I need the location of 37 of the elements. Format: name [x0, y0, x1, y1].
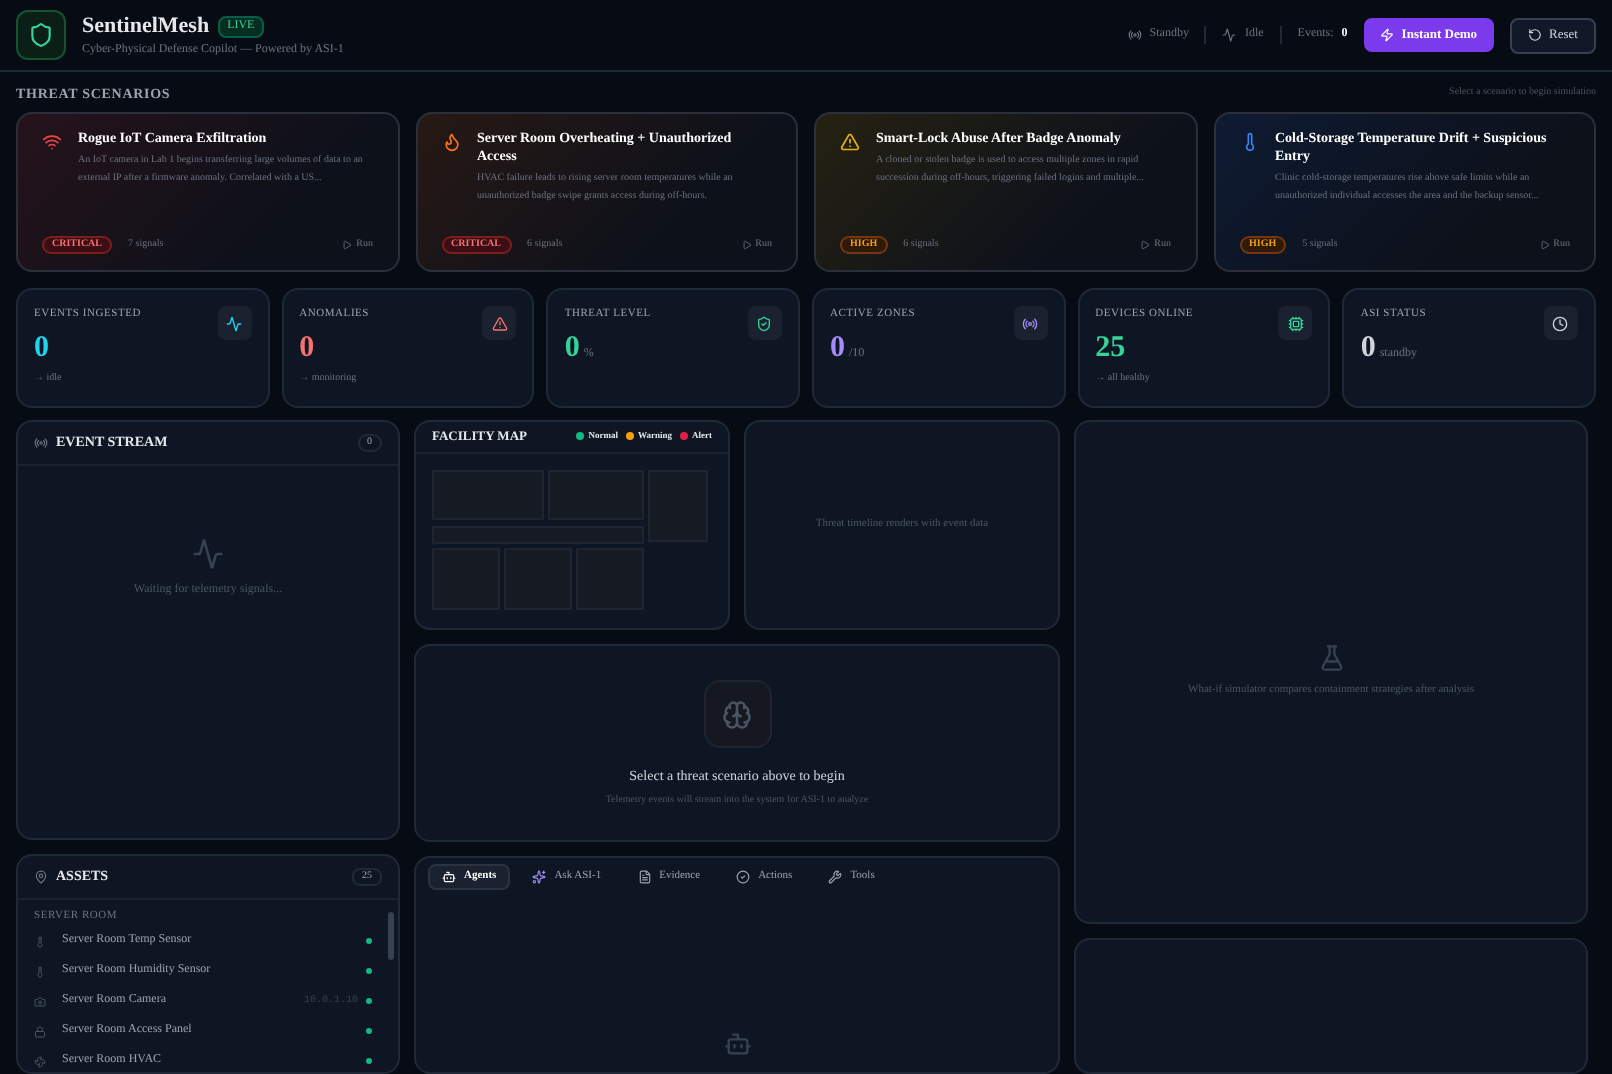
location-pin-icon: [34, 870, 48, 884]
sensor-icon: [34, 935, 46, 948]
agents-tab-icon: [442, 870, 456, 884]
play-icon: [1539, 239, 1550, 250]
ask-tab-icon: [532, 870, 547, 884]
stat-value: 0: [829, 330, 845, 369]
stat-value: 0: [1360, 330, 1376, 369]
flask-icon: [1317, 644, 1345, 673]
pulse-icon: [192, 538, 224, 570]
reset-icon: [1527, 28, 1542, 42]
device-icon: [1287, 315, 1304, 331]
evidence-tab-icon: [637, 870, 652, 884]
standby-status-icon: [1127, 28, 1142, 42]
camera-icon: [34, 995, 46, 1008]
tools-tab-icon: [828, 870, 843, 884]
brain-icon: [722, 699, 752, 729]
shield-icon: [756, 315, 773, 331]
sensor-icon: [34, 965, 46, 978]
app-title: SentinelMesh: [82, 11, 210, 42]
play-icon: [741, 239, 752, 250]
play-icon: [1140, 239, 1151, 250]
robot-icon: [723, 1030, 751, 1058]
alert-icon: [491, 315, 508, 331]
stat-value: 25: [1095, 330, 1126, 369]
shield-logo-icon: [16, 10, 66, 60]
clock-icon: [1552, 315, 1569, 331]
play-icon: [342, 239, 353, 250]
scrollbar-thumb[interactable]: [388, 912, 394, 960]
lightning-icon: [1379, 28, 1394, 42]
stat-value: 0: [564, 330, 580, 369]
stat-value: 0: [34, 330, 49, 369]
broadcast-icon: [34, 436, 48, 450]
stat-value: 0: [299, 330, 315, 369]
radio-icon: [1022, 315, 1039, 331]
activity-icon: [226, 315, 243, 331]
actions-tab-icon: [736, 870, 751, 884]
idle-status-icon: [1222, 28, 1237, 42]
